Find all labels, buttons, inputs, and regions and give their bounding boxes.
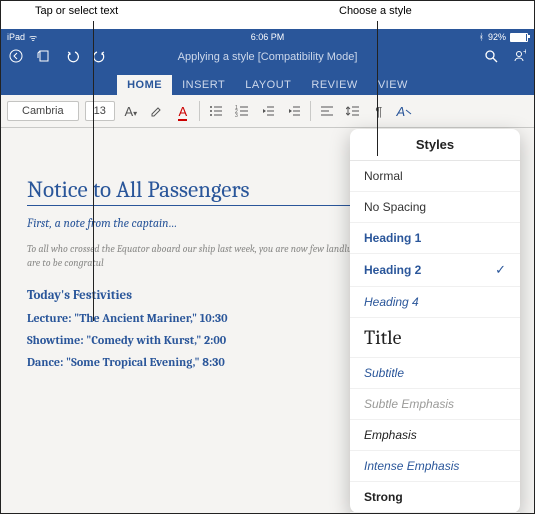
- style-label: Heading 4: [364, 295, 419, 309]
- style-item-title[interactable]: Title: [350, 318, 520, 358]
- indent-button[interactable]: [284, 104, 304, 118]
- bluetooth-icon: ᚼ: [479, 32, 484, 42]
- tab-home[interactable]: HOME: [117, 75, 172, 95]
- ribbon: Cambria 13 A▾ A 123 ¶ A: [1, 95, 534, 128]
- style-label: Subtitle: [364, 366, 404, 380]
- fontsize-selector[interactable]: 13: [85, 101, 115, 121]
- numbering-button[interactable]: 123: [232, 104, 252, 118]
- style-label: Heading 1: [364, 231, 421, 245]
- tab-insert[interactable]: INSERT: [172, 75, 235, 95]
- callout-line: [93, 21, 94, 321]
- tab-view[interactable]: VIEW: [368, 75, 418, 95]
- style-item-normal[interactable]: Normal: [350, 161, 520, 192]
- callout-style: Choose a style: [339, 5, 412, 17]
- style-item-heading-1[interactable]: Heading 1: [350, 223, 520, 254]
- status-bar: iPad ᯤ 6:06 PM ᚼ 92%: [1, 29, 534, 45]
- style-label: Normal: [364, 169, 403, 183]
- style-item-subtitle[interactable]: Subtitle: [350, 358, 520, 389]
- wifi-icon: ᯤ: [29, 31, 37, 44]
- tablet-screen: iPad ᯤ 6:06 PM ᚼ 92% Applying a style [C: [1, 29, 534, 513]
- style-item-emphasis[interactable]: Emphasis: [350, 420, 520, 451]
- align-button[interactable]: [317, 104, 337, 118]
- font-selector[interactable]: Cambria: [7, 101, 79, 121]
- bullets-button[interactable]: [206, 104, 226, 118]
- title-bar: Applying a style [Compatibility Mode] +: [1, 45, 534, 69]
- outdent-button[interactable]: [258, 104, 278, 118]
- callout-layer: Tap or select text Choose a style: [1, 1, 534, 29]
- check-icon: ✓: [495, 262, 506, 278]
- clock: 6:06 PM: [251, 32, 285, 42]
- highlight-button[interactable]: [147, 104, 167, 118]
- popover-title: Styles: [350, 129, 520, 161]
- pilcrow-button[interactable]: ¶: [369, 104, 389, 119]
- document-title: Applying a style [Compatibility Mode]: [178, 51, 358, 63]
- styles-popover: Styles Normal No Spacing Heading 1 Heading …: [350, 129, 520, 513]
- style-item-strong[interactable]: Strong: [350, 482, 520, 513]
- search-icon[interactable]: [484, 49, 498, 66]
- svg-text:3: 3: [235, 113, 238, 118]
- style-label: Title: [364, 326, 401, 349]
- device-label: iPad: [7, 32, 25, 42]
- font-color-button[interactable]: A: [173, 104, 193, 119]
- style-item-heading-2[interactable]: Heading 2 ✓: [350, 254, 520, 287]
- battery-icon: [510, 33, 528, 42]
- style-item-heading-4[interactable]: Heading 4: [350, 287, 520, 318]
- svg-text:+: +: [523, 49, 526, 56]
- style-label: Subtle Emphasis: [364, 397, 454, 411]
- style-label: Intense Emphasis: [364, 459, 459, 473]
- tab-review[interactable]: REVIEW: [301, 75, 367, 95]
- style-label: Strong: [364, 490, 403, 504]
- tab-layout[interactable]: LAYOUT: [235, 75, 301, 95]
- style-label: No Spacing: [364, 200, 426, 214]
- styles-button[interactable]: A: [395, 104, 415, 119]
- font-format-button[interactable]: A▾: [121, 104, 141, 119]
- ribbon-tabs: HOME INSERT LAYOUT REVIEW VIEW: [1, 69, 534, 95]
- share-icon[interactable]: +: [512, 49, 526, 66]
- redo-button[interactable]: [93, 49, 107, 66]
- callout-tap: Tap or select text: [35, 5, 118, 17]
- style-item-no-spacing[interactable]: No Spacing: [350, 192, 520, 223]
- file-button[interactable]: [37, 49, 51, 66]
- style-item-subtle-emphasis[interactable]: Subtle Emphasis: [350, 389, 520, 420]
- callout-line: [377, 21, 378, 156]
- battery-pct: 92%: [488, 32, 506, 42]
- back-button[interactable]: [9, 49, 23, 66]
- style-item-intense-emphasis[interactable]: Intense Emphasis: [350, 451, 520, 482]
- style-label: Heading 2: [364, 263, 421, 277]
- linespacing-button[interactable]: [343, 104, 363, 118]
- style-label: Emphasis: [364, 428, 417, 442]
- undo-button[interactable]: [65, 49, 79, 66]
